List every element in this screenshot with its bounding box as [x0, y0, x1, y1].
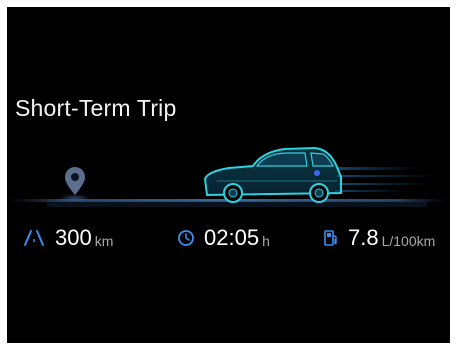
car-icon [203, 146, 342, 203]
fuel-value: 7.8 [348, 225, 379, 250]
page-title: Short-Term Trip [15, 95, 177, 121]
time-unit: h [262, 233, 270, 249]
location-pin-icon [59, 167, 91, 202]
time-value: 02:05 [204, 225, 260, 250]
trip-stats: 300 km 02:05 h 7.8 L/100km [7, 222, 450, 254]
clock-icon [177, 229, 195, 247]
speed-trail [335, 167, 437, 192]
road-icon [22, 229, 46, 247]
fuel-stat: 7.8 L/100km [323, 222, 435, 254]
fuel-unit: L/100km [381, 233, 436, 249]
distance-value: 300 [55, 225, 92, 250]
distance-stat: 300 km [22, 222, 113, 254]
fuel-pump-icon [323, 229, 339, 247]
distance-unit: km [94, 233, 114, 249]
trip-scene [7, 146, 450, 207]
trip-computer-screen: Short-Term Trip 300 km 02:05 h 7.8 L/100… [7, 7, 450, 343]
time-stat: 02:05 h [177, 222, 270, 254]
